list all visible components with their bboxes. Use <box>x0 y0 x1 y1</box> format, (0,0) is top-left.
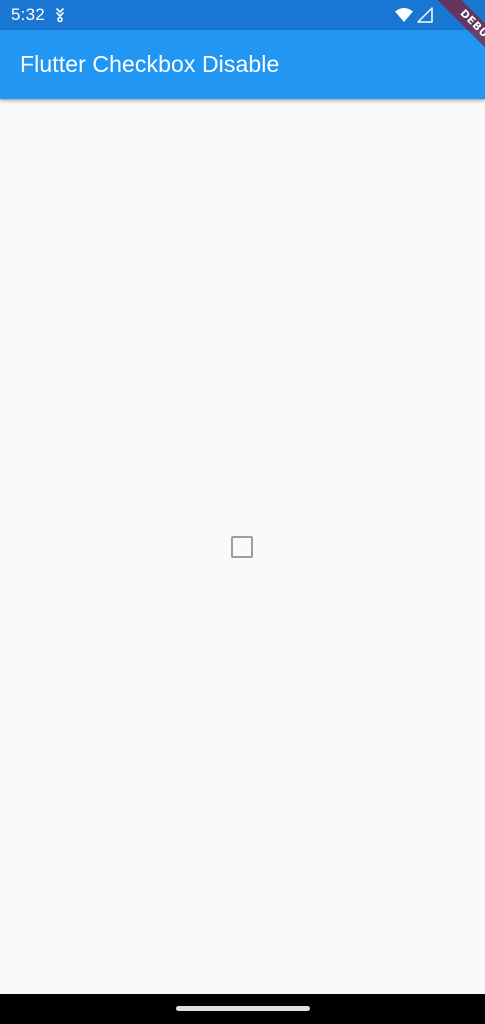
app-title: Flutter Checkbox Disable <box>20 51 280 77</box>
disabled-checkbox[interactable] <box>231 536 253 558</box>
status-bar: 5:32 <box>0 0 485 30</box>
signal-icon <box>417 7 433 23</box>
navigation-bar <box>0 994 485 1024</box>
status-time: 5:32 <box>11 5 45 24</box>
app-bar: Flutter Checkbox Disable <box>0 30 485 99</box>
download-icon <box>56 8 64 23</box>
wifi-icon <box>395 8 413 22</box>
home-indicator[interactable] <box>176 1006 310 1011</box>
